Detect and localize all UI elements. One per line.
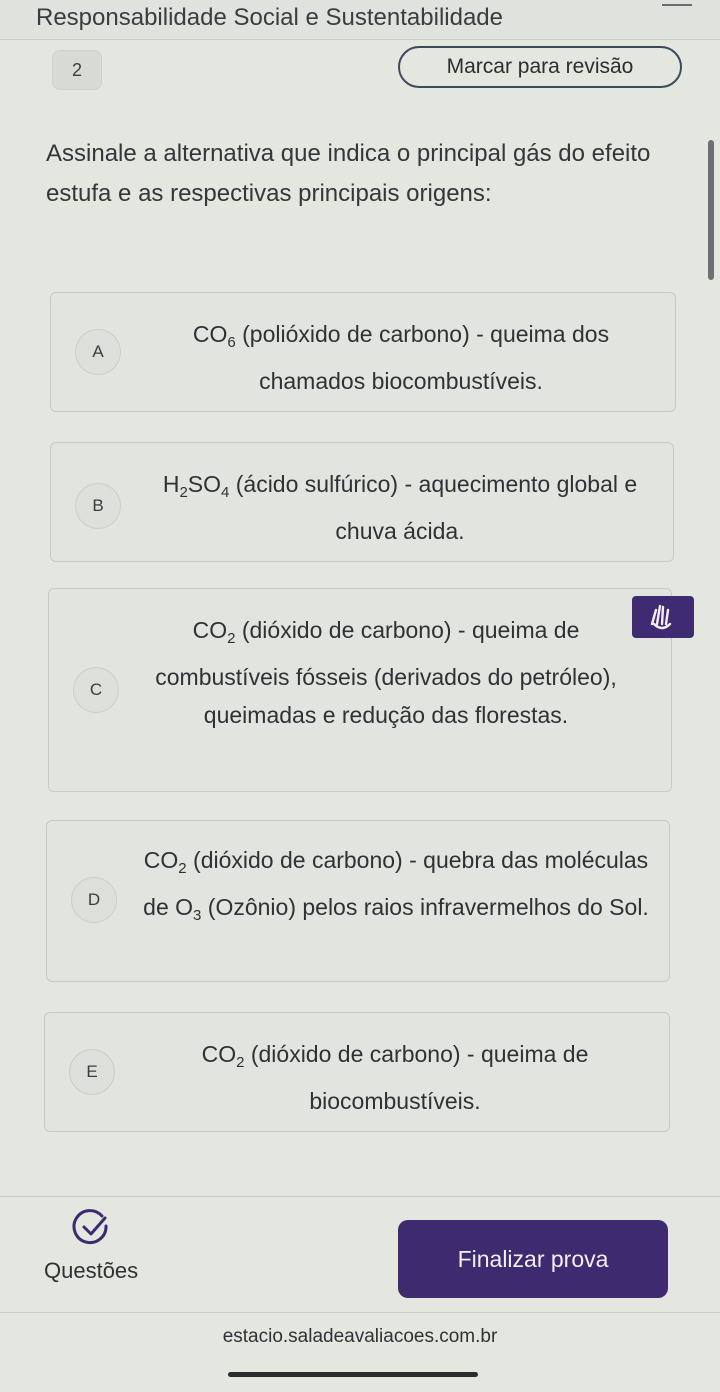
option-text: CO2 (dióxido de carbono) - queima de bio… [141, 1035, 649, 1120]
option-description: (dióxido de carbono) - queima de biocomb… [244, 1041, 589, 1114]
check-circle-icon[interactable] [72, 1208, 112, 1248]
option-letter: D [71, 877, 117, 923]
formula-subscript: 2 [179, 484, 188, 501]
home-indicator[interactable] [228, 1372, 478, 1377]
formula-subscript: 6 [227, 334, 236, 351]
option-d[interactable]: D CO2 (dióxido de carbono) - quebra das … [46, 820, 670, 982]
option-e[interactable]: E CO2 (dióxido de carbono) - queima de b… [44, 1012, 670, 1132]
sign-language-icon[interactable] [632, 596, 694, 638]
option-description: (polióxido de carbono) - queima dos cham… [235, 321, 610, 394]
formula: CO [192, 321, 228, 347]
footer-divider-bottom [0, 1312, 720, 1313]
question-text: Assinale a alternativa que indica o prin… [46, 140, 651, 207]
question-number: 2 [52, 50, 102, 90]
option-text: CO6 (polióxido de carbono) - queima dos … [147, 315, 655, 400]
course-title: Responsabilidade Social e Sustentabilida… [36, 4, 503, 31]
scrollbar-thumb[interactable] [708, 140, 714, 280]
hands-icon [650, 604, 672, 630]
mark-for-review-button[interactable]: Marcar para revisão [398, 46, 682, 88]
option-a[interactable]: A CO6 (polióxido de carbono) - queima do… [50, 292, 676, 412]
option-letter: C [73, 667, 119, 713]
formula-part-2: SO [187, 471, 222, 497]
option-text: CO2 (dióxido de carbono) - queima de com… [145, 611, 627, 734]
option-letter: B [75, 483, 121, 529]
formula: H [162, 471, 180, 497]
footer-divider [0, 1196, 720, 1197]
option-letter: A [75, 329, 121, 375]
site-domain: estacio.saladeavaliacoes.com.br [222, 1326, 498, 1347]
option-letter: E [69, 1049, 115, 1095]
app-header: Responsabilidade Social e Sustentabilida… [0, 0, 720, 40]
finish-exam-button[interactable]: Finalizar prova [398, 1220, 668, 1298]
option-c[interactable]: C CO2 (dióxido de carbono) - queima de c… [48, 588, 672, 792]
option-description: (ácido sulfúrico) - aquecimento global e… [229, 471, 638, 544]
formula: CO [201, 1041, 237, 1067]
option-description-2: (Ozônio) pelos raios infravermelhos do S… [201, 894, 649, 920]
formula-subscript: 2 [178, 860, 187, 877]
questions-nav-label[interactable]: Questões [44, 1258, 138, 1284]
formula: CO [143, 847, 179, 873]
formula-part-2: O [175, 894, 194, 920]
formula: CO [192, 617, 228, 643]
option-b[interactable]: B H2SO4 (ácido sulfúrico) - aquecimento … [50, 442, 674, 562]
option-text: H2SO4 (ácido sulfúrico) - aquecimento gl… [147, 465, 653, 550]
minimize-icon[interactable] [662, 4, 692, 6]
option-text: CO2 (dióxido de carbono) - quebra das mo… [143, 841, 649, 935]
